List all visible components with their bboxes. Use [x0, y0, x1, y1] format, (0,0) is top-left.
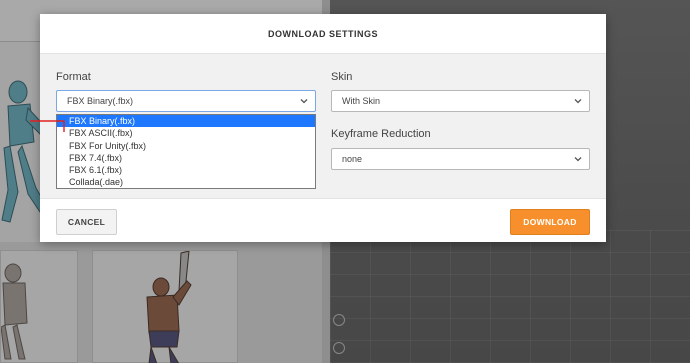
dialog-header: DOWNLOAD SETTINGS — [40, 14, 606, 54]
rotate-icon[interactable] — [333, 342, 345, 354]
viewport-grid-floor — [330, 230, 690, 363]
skin-label: Skin — [331, 71, 353, 83]
chevron-down-icon — [574, 99, 582, 104]
skin-select[interactable]: With Skin — [331, 90, 590, 112]
format-dropdown-list: FBX Binary(.fbx) FBX ASCII(.fbx) FBX For… — [56, 114, 316, 189]
format-select[interactable]: FBX Binary(.fbx) — [56, 90, 316, 112]
keyframe-reduction-label: Keyframe Reduction — [331, 128, 431, 140]
format-option-fbx-binary[interactable]: FBX Binary(.fbx) — [57, 115, 315, 128]
dialog-footer: CANCEL DOWNLOAD — [40, 198, 606, 242]
reset-view-icon[interactable] — [333, 314, 345, 326]
download-button[interactable]: DOWNLOAD — [510, 209, 590, 235]
annotation-arrow-marker — [30, 120, 65, 132]
keyframe-reduction-select[interactable]: none — [331, 148, 590, 170]
skin-selected-value: With Skin — [342, 96, 381, 106]
format-option-collada[interactable]: Collada(.dae) — [57, 176, 315, 188]
format-label: Format — [56, 71, 91, 83]
zombie-character-thumbnail — [1, 263, 28, 360]
cancel-button[interactable]: CANCEL — [56, 209, 117, 235]
format-option-fbx-unity[interactable]: FBX For Unity(.fbx) — [57, 140, 315, 152]
dialog-title: DOWNLOAD SETTINGS — [268, 28, 378, 39]
keyframe-reduction-selected-value: none — [342, 154, 363, 164]
chevron-down-icon — [574, 157, 582, 162]
character-card[interactable] — [92, 250, 238, 363]
character-card[interactable] — [0, 250, 78, 363]
format-option-fbx-6-1[interactable]: FBX 6.1(.fbx) — [57, 164, 315, 176]
warrior-character-thumbnail — [146, 251, 192, 363]
download-settings-dialog: DOWNLOAD SETTINGS Format FBX Binary(.fbx… — [40, 14, 606, 242]
format-option-fbx-7-4[interactable]: FBX 7.4(.fbx) — [57, 152, 315, 164]
format-option-fbx-ascii[interactable]: FBX ASCII(.fbx) — [57, 127, 315, 139]
chevron-down-icon — [300, 99, 308, 104]
format-selected-value: FBX Binary(.fbx) — [67, 96, 134, 106]
